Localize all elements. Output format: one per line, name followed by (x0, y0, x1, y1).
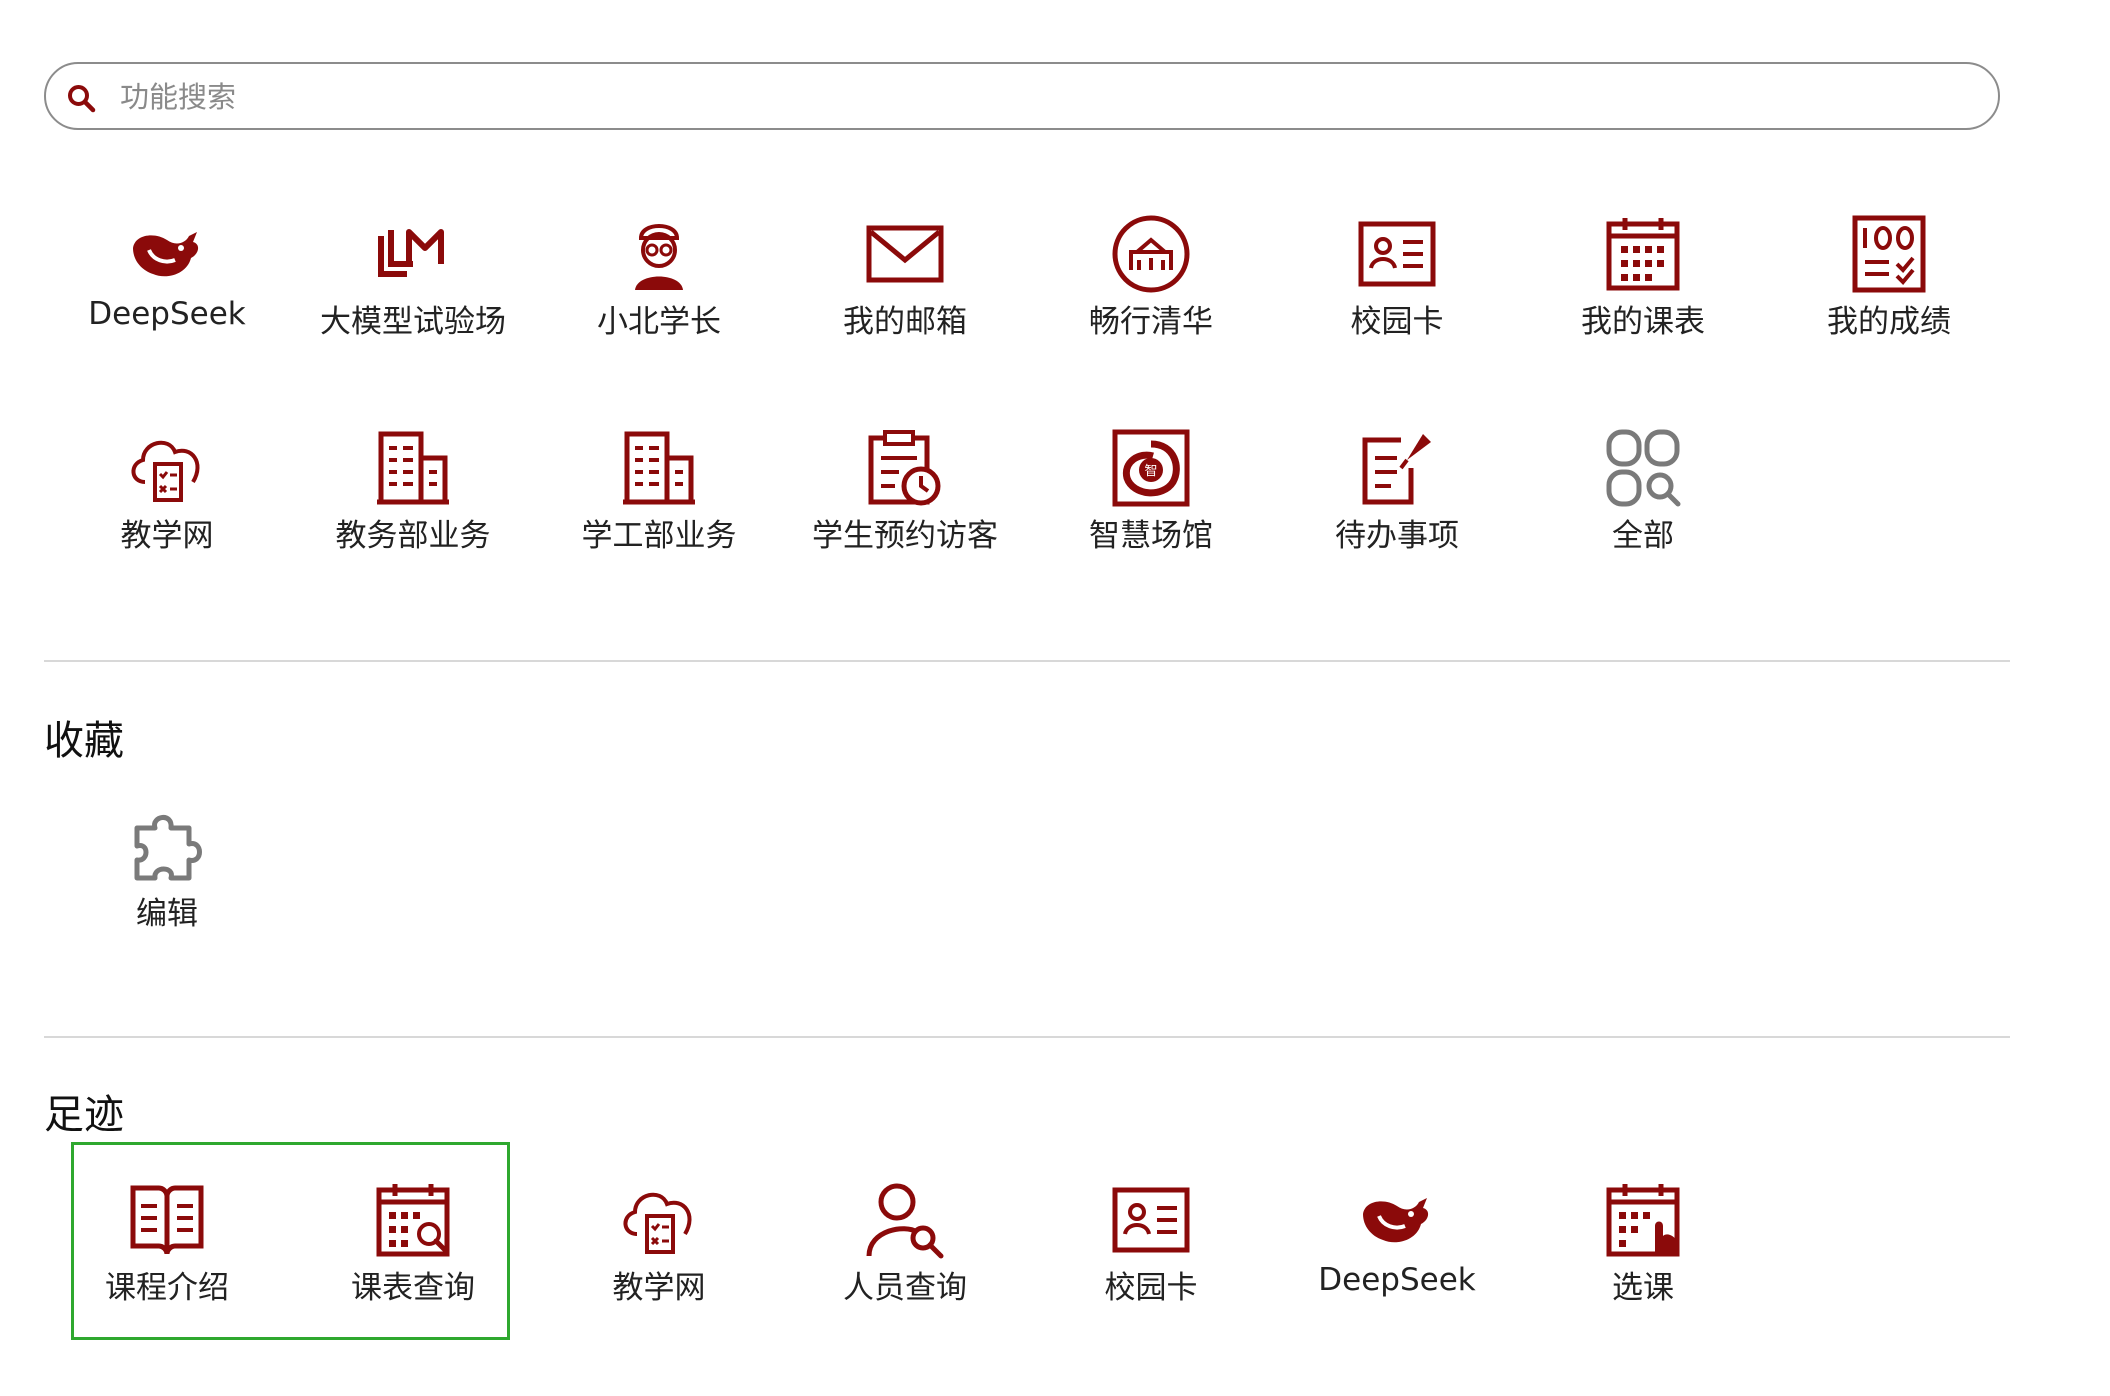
todo-pin-icon (1362, 434, 1431, 505)
history-tile-person-search[interactable]: 人员查询 (782, 1180, 1028, 1350)
history-tile-deepseek[interactable]: DeepSeek (1274, 1180, 1520, 1350)
favorites-edit-tile[interactable]: 编辑 (44, 806, 290, 976)
cloud-clipboard-icon (623, 1192, 692, 1254)
app-tile-student-affairs[interactable]: 学工部业务 (536, 428, 782, 598)
search-input[interactable] (118, 74, 1962, 120)
history-tile-course-intro[interactable]: 课程介绍 (44, 1180, 290, 1350)
app-tile-xiaobei[interactable]: 小北学长 (536, 214, 782, 384)
app-label: 教学网 (612, 1270, 706, 1306)
all-apps-icon (1606, 429, 1681, 507)
student-avatar-icon (635, 224, 683, 290)
app-label: 学工部业务 (581, 518, 737, 554)
favorites-title: 收藏 (44, 718, 124, 764)
app-tile-campus-card[interactable]: 校园卡 (1274, 214, 1520, 384)
smart-venue-icon: 智 (1112, 429, 1190, 507)
app-tile-llm-playground[interactable]: 大模型试验场 (290, 214, 536, 384)
app-tile-grades[interactable]: 我的成绩 (1766, 214, 2012, 384)
id-card-icon (1358, 221, 1436, 287)
app-label: 校园卡 (1350, 304, 1444, 340)
app-tile-deepseek[interactable]: DeepSeek (44, 214, 290, 384)
app-tile-timetable[interactable]: 我的课表 (1520, 214, 1766, 384)
cloud-clipboard-icon (131, 440, 200, 502)
app-tile-teaching-web[interactable]: 教学网 (44, 428, 290, 598)
history-tile-campus-card[interactable]: 校园卡 (1028, 1180, 1274, 1350)
app-label: 人员查询 (843, 1270, 967, 1306)
app-label: 教务部业务 (335, 518, 491, 554)
app-label: DeepSeek (88, 296, 246, 332)
llm-logo-icon (378, 229, 444, 277)
clipboard-clock-icon (868, 430, 941, 506)
app-label: 教学网 (120, 518, 214, 554)
app-label: 校园卡 (1104, 1270, 1198, 1306)
app-tile-campus-access[interactable]: 畅行清华 (1028, 214, 1274, 384)
app-label: 课表查询 (351, 1270, 475, 1306)
calendar-icon (1606, 218, 1680, 291)
app-label: 课程介绍 (105, 1270, 229, 1306)
history-tile-teaching-web[interactable]: 教学网 (536, 1180, 782, 1350)
app-tile-all[interactable]: 全部 (1520, 428, 1766, 598)
id-card-icon (1112, 1187, 1190, 1253)
app-tile-visitor-booking[interactable]: 学生预约访客 (782, 428, 1028, 598)
calendar-search-icon (376, 1184, 450, 1257)
app-label: 学生预约访客 (812, 518, 998, 554)
app-label: 编辑 (136, 896, 198, 932)
grade-100-icon (1852, 215, 1926, 293)
app-tile-academic-affairs[interactable]: 教务部业务 (290, 428, 536, 598)
puzzle-icon (134, 815, 202, 881)
svg-text:智: 智 (1144, 464, 1157, 479)
app-tile-mail[interactable]: 我的邮箱 (782, 214, 1028, 384)
deepseek-whale-icon (1363, 1198, 1429, 1243)
app-label: 小北学长 (597, 304, 721, 340)
app-tile-todo[interactable]: 待办事项 (1274, 428, 1520, 598)
divider (44, 660, 2010, 662)
app-label: 全部 (1612, 518, 1674, 554)
divider (44, 1036, 2010, 1038)
person-search-icon (866, 1183, 944, 1259)
search-icon (68, 85, 96, 113)
history-tile-course-selection[interactable]: 选课 (1520, 1180, 1766, 1350)
app-label: 我的成绩 (1827, 304, 1951, 340)
building-icon (623, 431, 695, 505)
history-tile-timetable-search[interactable]: 课表查询 (290, 1180, 536, 1350)
app-label: DeepSeek (1318, 1262, 1476, 1298)
app-label: 选课 (1612, 1270, 1674, 1306)
app-label: 待办事项 (1335, 518, 1459, 554)
app-label: 智慧场馆 (1089, 518, 1213, 554)
app-label: 畅行清华 (1089, 304, 1213, 340)
app-label: 我的课表 (1581, 304, 1705, 340)
campus-gate-icon (1112, 215, 1190, 293)
history-title: 足迹 (44, 1092, 124, 1138)
app-label: 大模型试验场 (320, 304, 506, 340)
open-book-icon (130, 1185, 204, 1255)
app-label: 我的邮箱 (843, 304, 967, 340)
calendar-tap-icon (1606, 1184, 1680, 1257)
search-bar[interactable] (44, 62, 2000, 130)
building-icon (377, 431, 449, 505)
mail-icon (866, 225, 944, 283)
deepseek-whale-icon (133, 232, 199, 277)
app-tile-smart-venue[interactable]: 智 智慧场馆 (1028, 428, 1274, 598)
